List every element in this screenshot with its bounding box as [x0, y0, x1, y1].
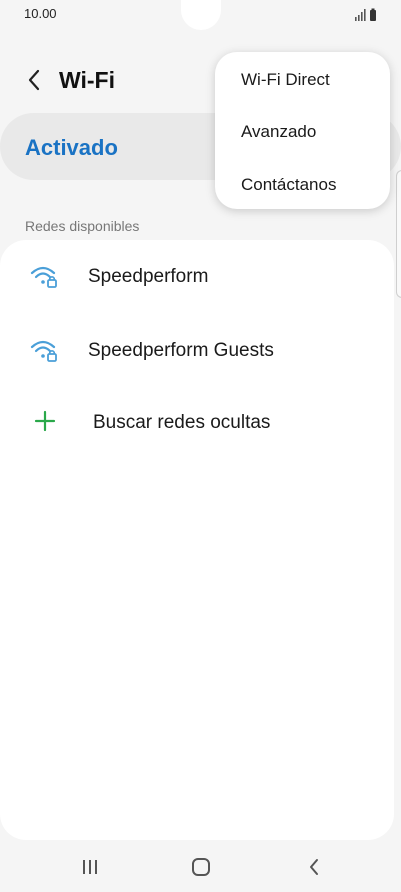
- system-nav-bar: [0, 842, 401, 892]
- plus-icon: [34, 410, 56, 432]
- menu-item-contact-us[interactable]: Contáctanos: [241, 175, 336, 195]
- recents-button[interactable]: [75, 854, 105, 880]
- home-icon: [192, 858, 210, 876]
- wifi-toggle-label: Activado: [25, 135, 118, 160]
- add-hidden-network-label: Buscar redes ocultas: [93, 412, 271, 433]
- menu-item-advanced[interactable]: Avanzado: [241, 122, 316, 142]
- page-title: Wi-Fi: [59, 67, 115, 93]
- networks-card: Speedperform Speedperform Guests Buscar …: [0, 240, 394, 840]
- menu-item-wifi-direct[interactable]: Wi-Fi Direct: [241, 70, 330, 90]
- status-time: 10.00: [24, 6, 57, 21]
- wifi-lock-icon: [30, 338, 58, 364]
- status-icons: [353, 8, 379, 22]
- network-item[interactable]: Speedperform: [0, 250, 394, 304]
- back-button[interactable]: [22, 64, 46, 96]
- status-bar: 10.00: [0, 0, 401, 30]
- camera-notch: [181, 0, 221, 30]
- section-label-available-networks: Redes disponibles: [25, 218, 140, 234]
- signal-icon: [355, 8, 376, 21]
- scrollbar[interactable]: [396, 170, 401, 298]
- back-icon: [310, 859, 318, 875]
- nav-back-button[interactable]: [299, 854, 329, 880]
- add-hidden-network-button[interactable]: Buscar redes ocultas: [0, 398, 394, 452]
- wifi-lock-icon: [30, 264, 58, 290]
- overflow-menu: Wi-Fi Direct Avanzado Contáctanos: [215, 52, 390, 209]
- home-button[interactable]: [186, 854, 216, 880]
- recents-icon: [83, 860, 97, 874]
- network-name: Speedperform: [88, 266, 209, 287]
- network-name: Speedperform Guests: [88, 340, 274, 361]
- chevron-left-icon: [28, 69, 40, 91]
- network-item[interactable]: Speedperform Guests: [0, 324, 394, 378]
